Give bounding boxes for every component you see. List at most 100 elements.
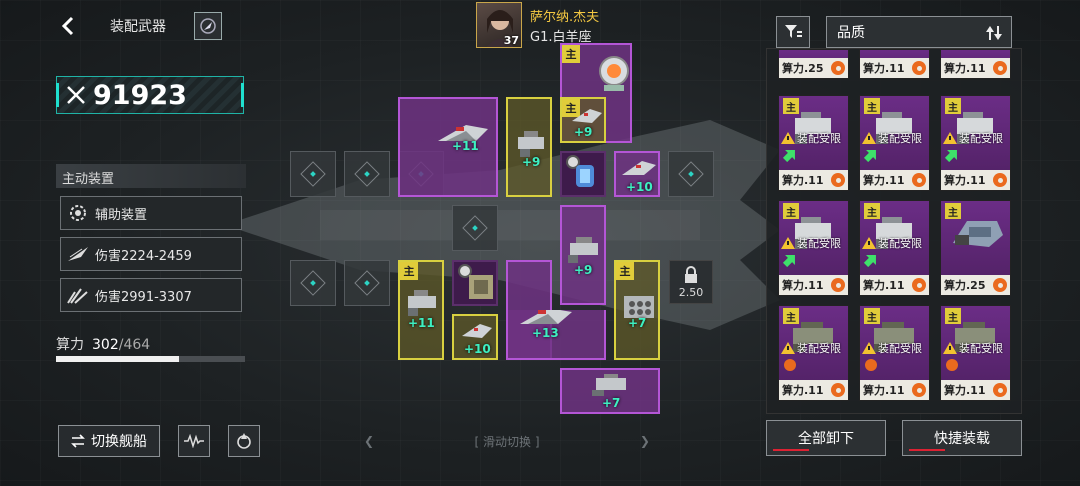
equipped-module-energy-core[interactable] xyxy=(560,151,606,197)
gear-icon xyxy=(912,61,926,75)
warning-text: 装配受限 xyxy=(878,132,922,145)
inventory-card[interactable]: 主 装配受限 算力.11 xyxy=(859,95,930,191)
equipped-module-laser[interactable]: +11 xyxy=(398,97,498,197)
inventory-card[interactable]: 主 装配受限 算力.11 xyxy=(778,305,849,401)
gear-icon xyxy=(831,278,845,292)
slot-diamond-icon xyxy=(462,215,488,241)
gear-icon xyxy=(993,61,1007,75)
slot-diamond-icon xyxy=(354,270,380,296)
empty-slot[interactable] xyxy=(452,205,498,251)
warning-icon xyxy=(781,342,795,354)
main-badge: 主 xyxy=(616,262,634,280)
main-badge: 主 xyxy=(562,45,580,63)
inventory-card[interactable]: 主 算力.25 xyxy=(940,200,1011,296)
inventory-card[interactable]: 算力.11 xyxy=(940,49,1011,79)
equipped-module-gatling[interactable]: +9 xyxy=(506,97,552,197)
card-compute: 算力.11 xyxy=(782,174,824,187)
gear-icon xyxy=(831,383,845,397)
quality-sort-select[interactable]: 品质 xyxy=(826,16,1012,48)
damage-row-2[interactable]: 伤害2991-3307 xyxy=(60,278,242,312)
aux-device-row[interactable]: 辅助装置 xyxy=(60,196,242,230)
quick-equip-label: 快捷装载 xyxy=(934,431,990,447)
equipped-module-cannon[interactable]: 主 +11 xyxy=(398,260,444,360)
pilot-avatar[interactable]: 37 xyxy=(476,2,522,48)
sort-toggle-icon xyxy=(986,26,1002,40)
empty-slot[interactable] xyxy=(344,260,390,306)
equipped-module-missile-pod[interactable]: 主 +7 xyxy=(614,260,660,360)
chevron-left-icon[interactable]: ❮ xyxy=(364,434,374,448)
inventory-card[interactable]: 主 装配受限 算力.11 xyxy=(940,305,1011,401)
gear-icon xyxy=(912,173,926,187)
inventory-panel[interactable]: 算力.25 算力.11 算力.11 主 装配受限 算力.11 主 装配受限 算力… xyxy=(766,48,1022,414)
compute-max: /464 xyxy=(118,337,151,353)
damage-row-1[interactable]: 伤害2224-2459 xyxy=(60,237,242,271)
cannon-icon xyxy=(408,290,436,316)
card-compute: 算力.11 xyxy=(863,174,905,187)
empty-slot[interactable] xyxy=(290,260,336,306)
locked-slot[interactable]: 2.50 xyxy=(669,260,713,304)
empty-slot[interactable] xyxy=(290,151,336,197)
equipped-module-reactor[interactable] xyxy=(452,260,498,306)
lock-cost: 2.50 xyxy=(678,285,704,299)
module-level: +7 xyxy=(628,316,647,330)
back-button[interactable] xyxy=(56,14,80,38)
upgrade-arrow-icon xyxy=(864,255,876,267)
equipped-module-rocket-launcher[interactable]: +7 xyxy=(560,368,660,414)
empty-slot[interactable] xyxy=(344,151,390,197)
sort-label: 品质 xyxy=(837,25,865,41)
warning-icon xyxy=(943,342,957,354)
assembly-limit-warning: 装配受限 xyxy=(781,235,849,251)
equipped-module-turret[interactable]: +10 xyxy=(452,314,498,360)
inventory-card[interactable]: 主 装配受限 算力.11 xyxy=(940,95,1011,191)
gear-icon xyxy=(993,278,1007,292)
inventory-card[interactable]: 算力.11 xyxy=(859,49,930,79)
waveform-icon xyxy=(184,434,204,448)
filter-button[interactable] xyxy=(776,16,810,48)
upgrade-arrow-icon xyxy=(864,150,876,162)
triad-button[interactable] xyxy=(228,425,260,457)
swipe-hint[interactable]: ❮ [ 滑动切换 ] ❯ xyxy=(364,432,650,450)
inventory-card[interactable]: 主 装配受限 算力.11 xyxy=(778,200,849,296)
assembly-limit-warning: 装配受限 xyxy=(862,235,930,251)
gear-icon xyxy=(912,278,926,292)
unequip-all-label: 全部卸下 xyxy=(798,431,854,447)
inventory-card[interactable]: 主 装配受限 算力.11 xyxy=(859,200,930,296)
inventory-card[interactable]: 主 装配受限 算力.11 xyxy=(859,305,930,401)
slot-diamond-icon xyxy=(300,270,326,296)
warning-text: 装配受限 xyxy=(878,237,922,250)
assembly-limit-warning: 装配受限 xyxy=(781,340,849,356)
upgrade-arrow-icon xyxy=(783,150,795,162)
warning-icon xyxy=(781,132,795,144)
empty-slot[interactable] xyxy=(668,151,714,197)
chevron-right-icon[interactable]: ❯ xyxy=(640,434,650,448)
active-device-label: 主动装置 xyxy=(56,164,246,188)
inventory-card[interactable]: 算力.25 xyxy=(778,49,849,79)
damage-label-2: 伤害2991-3307 xyxy=(95,289,192,305)
burst-icon xyxy=(946,359,958,371)
switch-ship-button[interactable]: 切换舰船 xyxy=(58,425,160,457)
card-footer: 算力.25 xyxy=(941,275,1010,295)
rocket-button[interactable] xyxy=(194,12,222,40)
combat-power-box: 91923 xyxy=(56,76,244,114)
equipped-module-blaster[interactable]: 主 +9 xyxy=(560,97,606,143)
card-footer: 算力.11 xyxy=(860,380,929,400)
equipped-module-jet[interactable]: +10 xyxy=(614,151,660,197)
equipped-module-heavy-laser-ext[interactable]: +13 xyxy=(506,310,606,360)
unequip-all-button[interactable]: 全部卸下 xyxy=(766,420,886,456)
warning-text: 装配受限 xyxy=(797,132,841,145)
quick-equip-button[interactable]: 快捷装载 xyxy=(902,420,1022,456)
compute-current: 302 xyxy=(92,337,119,353)
inventory-card[interactable]: 主 装配受限 算力.11 xyxy=(778,95,849,191)
slot-diamond-icon xyxy=(354,161,380,187)
upgrade-arrow-icon xyxy=(783,255,795,267)
card-compute: 算力.25 xyxy=(782,62,824,75)
equipped-module-railgun[interactable]: +9 xyxy=(560,205,606,305)
waveform-button[interactable] xyxy=(178,425,210,457)
warning-icon xyxy=(862,237,876,249)
pilot-level: 37 xyxy=(503,34,519,47)
module-level: +13 xyxy=(532,326,559,340)
module-level: +7 xyxy=(602,396,621,410)
card-compute: 算力.11 xyxy=(863,62,905,75)
card-compute: 算力.25 xyxy=(944,279,986,292)
aux-device-label: 辅助装置 xyxy=(95,207,148,223)
